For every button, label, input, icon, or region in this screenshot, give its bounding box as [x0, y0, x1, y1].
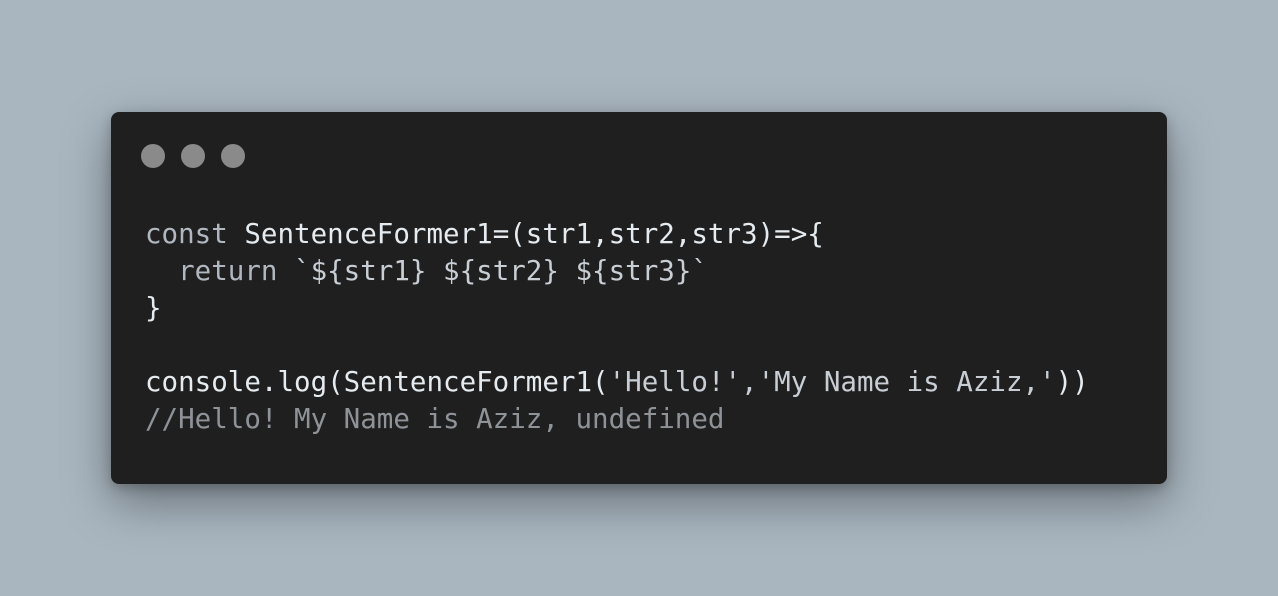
- code-line: }: [145, 290, 1089, 327]
- code-token: SentenceFormer1=(str1,str2,str3)=>{: [244, 218, 824, 250]
- code-line: //Hello! My Name is Aziz, undefined: [145, 401, 1089, 438]
- code-comment: //Hello! My Name is Aziz, undefined: [145, 403, 725, 435]
- code-block: const SentenceFormer1=(str1,str2,str3)=>…: [145, 216, 1089, 438]
- code-line-empty: [145, 327, 1089, 364]
- code-line: const SentenceFormer1=(str1,str2,str3)=>…: [145, 216, 1089, 253]
- code-token: }: [145, 292, 162, 324]
- code-token: console.log(SentenceFormer1(: [145, 366, 609, 398]
- code-line: return `${str1} ${str2} ${str3}`: [145, 253, 1089, 290]
- code-line: console.log(SentenceFormer1('Hello!','My…: [145, 364, 1089, 401]
- code-token: 'Hello!','My Name is Aziz,': [608, 366, 1056, 398]
- minimize-dot-icon[interactable]: [181, 144, 205, 168]
- code-token: )): [1055, 366, 1089, 398]
- close-dot-icon[interactable]: [141, 144, 165, 168]
- code-token: `${str1} ${str2} ${str3}`: [294, 255, 708, 287]
- zoom-dot-icon[interactable]: [221, 144, 245, 168]
- code-token: const: [145, 218, 245, 250]
- code-window: const SentenceFormer1=(str1,str2,str3)=>…: [111, 112, 1167, 484]
- window-controls: [141, 144, 245, 168]
- code-token: return: [145, 255, 295, 287]
